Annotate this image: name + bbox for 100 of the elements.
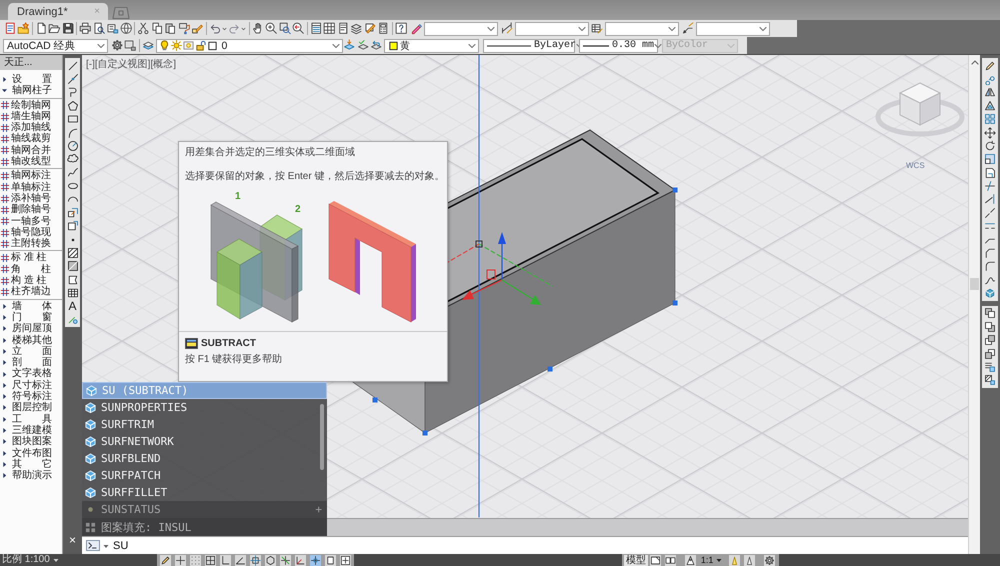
color-swatch-icon[interactable] (206, 40, 218, 51)
pencil-block-icon[interactable] (191, 22, 204, 35)
scroll-up-icon[interactable] (970, 59, 978, 65)
redo-arrow-icon[interactable] (228, 22, 240, 35)
menu-command[interactable]: 添加轴线 (0, 122, 62, 134)
framed-sun-icon[interactable] (182, 40, 194, 51)
polyline-icon[interactable] (66, 86, 78, 98)
hatched-square-icon[interactable] (984, 374, 996, 386)
menu-group[interactable]: 图块图案 (0, 436, 62, 448)
layer-check-icon[interactable] (356, 39, 369, 52)
menu-command[interactable]: 一轴多号 (0, 216, 62, 227)
pencil-icon[interactable] (160, 554, 171, 566)
copy-icon[interactable] (150, 22, 163, 35)
right-triangle-icon[interactable] (2, 315, 7, 320)
menu-command[interactable]: 标 准 柱 (0, 252, 62, 264)
overlapping-squares-icon[interactable] (984, 320, 996, 333)
pentagon-icon[interactable] (66, 100, 78, 112)
folder-star-icon[interactable] (17, 22, 30, 35)
menu-command[interactable]: 构 造 柱 (0, 275, 62, 286)
nested-squares-icon[interactable] (984, 153, 996, 166)
right-triangle-icon[interactable] (2, 304, 7, 309)
help-icon[interactable] (394, 22, 407, 35)
menu-command[interactable]: 主附转换 (0, 238, 62, 250)
menu-group[interactable]: 三维建模 (0, 424, 62, 436)
page-list-icon[interactable] (336, 22, 349, 35)
grip-point[interactable] (672, 300, 678, 306)
chevron-down-icon[interactable] (578, 24, 586, 32)
menu-group[interactable]: 楼梯其他 (0, 334, 62, 346)
plus-box-icon[interactable] (340, 554, 351, 566)
caret-icon[interactable] (52, 557, 59, 563)
menu-group[interactable]: 其 它 (0, 458, 62, 470)
slanted-cross-icon[interactable] (280, 554, 291, 566)
menu-command[interactable]: 轴改线型 (0, 156, 62, 168)
right-triangle-icon[interactable] (2, 416, 7, 422)
cut-corner-icon[interactable] (984, 246, 996, 259)
suggestion-item[interactable]: SUNPROPERTIES (82, 399, 318, 416)
hatch-icon[interactable] (66, 246, 78, 259)
right-triangle-icon[interactable] (2, 372, 7, 377)
list-panel-icon[interactable] (310, 22, 322, 35)
right-triangle-icon[interactable] (2, 360, 7, 366)
corner-page-icon[interactable] (650, 554, 661, 566)
suggestion-item[interactable]: SURFTRIM (82, 416, 318, 433)
pencil-page-icon[interactable] (364, 22, 376, 35)
menu-group[interactable]: 文字表格 (0, 368, 62, 380)
gear-icon[interactable] (110, 39, 123, 52)
cloud-icon[interactable] (66, 153, 78, 166)
region-icon[interactable] (66, 274, 78, 286)
light-bulb-icon[interactable] (158, 40, 170, 51)
page-magnifier-icon[interactable] (92, 22, 105, 35)
menu-command[interactable]: 绘制轴网 (0, 100, 62, 111)
color-dropdown[interactable]: 黄 (384, 38, 479, 52)
undo-arrow-icon[interactable] (208, 22, 221, 35)
folded-page-icon[interactable] (984, 166, 996, 179)
vertical-scrollbar[interactable] (968, 55, 980, 554)
suggestion-item[interactable]: SURFPATCH (82, 467, 318, 484)
crosshair-icon[interactable] (174, 554, 186, 566)
rounded-corner-icon[interactable] (984, 260, 996, 272)
menu-command[interactable]: 轴线裁剪 (0, 133, 62, 145)
suggestion-item[interactable]: SURFBLEND (82, 450, 318, 467)
file-tab[interactable]: Drawing1* × (8, 3, 108, 20)
menu-group[interactable]: 帮助演示 (0, 470, 62, 482)
list-scrollbar[interactable] (320, 404, 324, 470)
menu-group[interactable]: 文件布图 (0, 448, 62, 459)
menu-group[interactable]: 符号标注 (0, 391, 62, 402)
circle-icon[interactable] (66, 140, 78, 152)
calculator-icon[interactable] (377, 22, 390, 35)
right-triangle-icon[interactable] (2, 405, 7, 410)
circular-arrow-icon[interactable] (984, 140, 996, 152)
menu-command[interactable]: 添补轴号 (0, 192, 62, 204)
right-triangle-icon[interactable] (2, 394, 7, 400)
menu-group[interactable]: 立 面 (0, 346, 62, 358)
table-pen-icon[interactable] (591, 22, 604, 35)
hexagon-icon[interactable] (264, 554, 276, 566)
menu-command[interactable]: 柱齐墙边 (0, 286, 62, 298)
chevron-down-icon[interactable] (468, 42, 476, 50)
right-triangle-icon[interactable] (2, 338, 7, 343)
two-panels-icon[interactable] (664, 554, 676, 566)
menu-command[interactable]: 轴网合并 (0, 144, 62, 156)
right-triangle-icon[interactable] (2, 382, 7, 388)
chevron-down-icon[interactable] (654, 42, 662, 50)
block-corner-icon[interactable] (66, 220, 78, 232)
menu-command[interactable]: 删除轴号 (0, 204, 62, 216)
layer-arrow-icon[interactable] (343, 39, 356, 52)
gradient-icon[interactable] (66, 260, 78, 272)
leader-pen-icon[interactable] (682, 22, 694, 35)
block-arrow-icon[interactable] (66, 206, 78, 219)
cube-icon[interactable] (984, 287, 996, 300)
magnifier-plus-icon[interactable] (265, 22, 278, 35)
menu-command[interactable]: 单轴标注 (0, 182, 62, 193)
framed-cross-icon[interactable] (204, 554, 216, 566)
chevron-down-icon[interactable] (758, 24, 766, 32)
suggestion-item[interactable]: SUNSTATUS + (82, 501, 327, 518)
workspace-dropdown[interactable]: AutoCAD 经典 (3, 38, 108, 52)
model-space-button[interactable]: 模型 (624, 554, 648, 566)
scissors-icon[interactable] (137, 22, 150, 35)
caret-icon[interactable] (716, 557, 722, 563)
viewport-controls[interactable]: [-][自定义视图][概念] (86, 57, 176, 71)
menu-command[interactable]: 角 柱 (0, 264, 62, 276)
pen-icon[interactable] (410, 22, 422, 35)
filled-triangle-icon[interactable] (729, 554, 740, 566)
